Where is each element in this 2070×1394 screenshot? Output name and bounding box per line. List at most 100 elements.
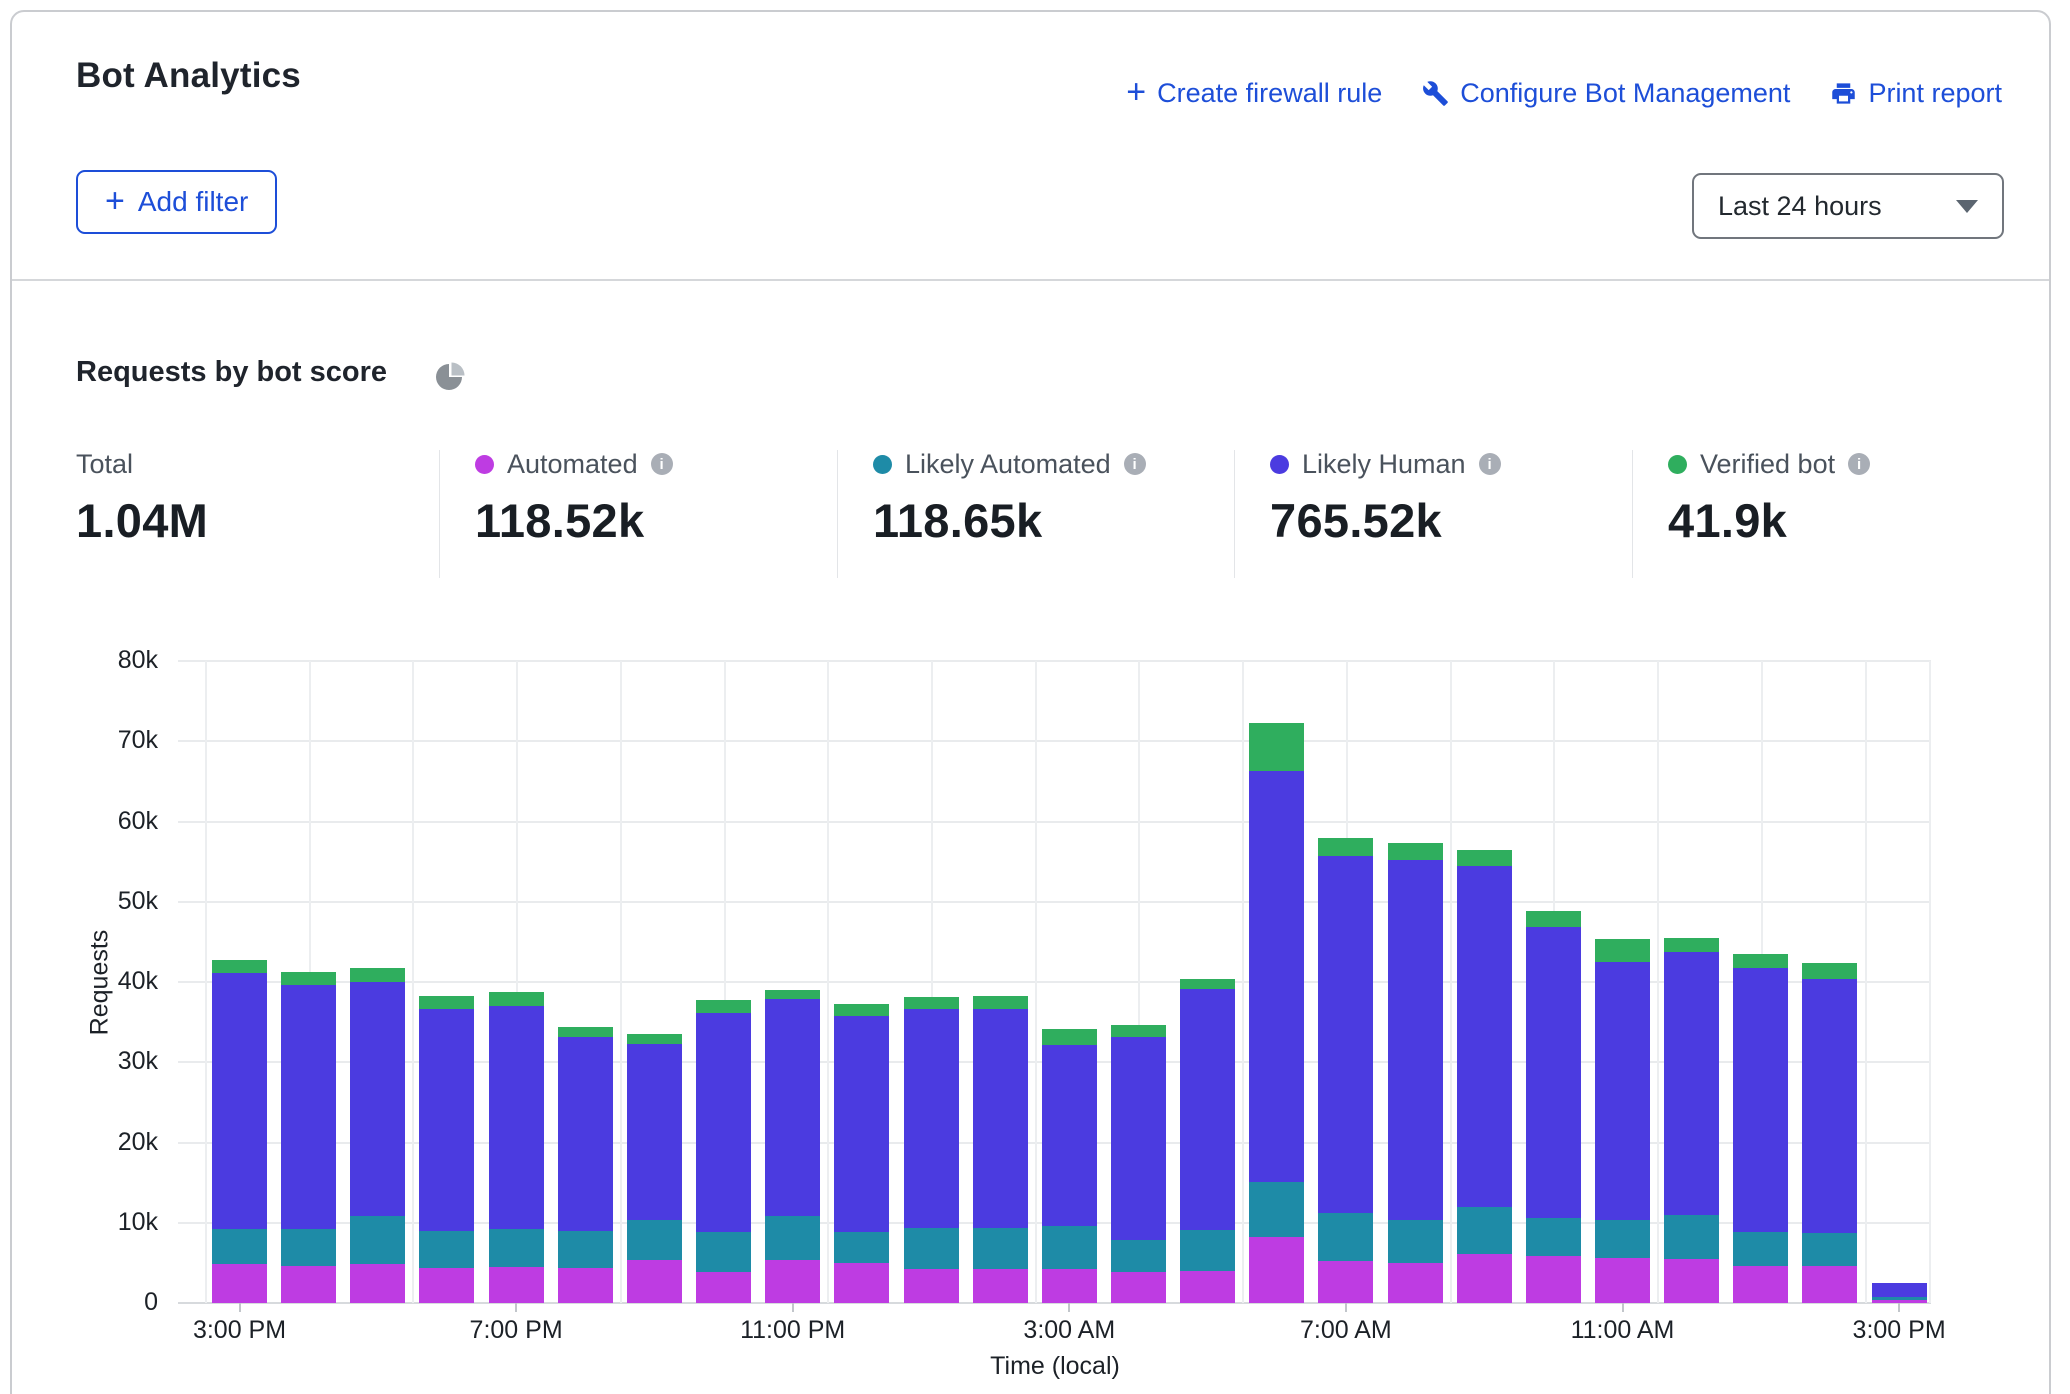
info-icon[interactable]: i xyxy=(1124,453,1146,475)
bar-segment[interactable] xyxy=(627,1260,682,1303)
bar-segment[interactable] xyxy=(1457,850,1512,866)
bar-segment[interactable] xyxy=(627,1044,682,1220)
bar-segment[interactable] xyxy=(1802,963,1857,979)
info-icon[interactable]: i xyxy=(1479,453,1501,475)
bar-segment[interactable] xyxy=(212,973,267,1229)
bar-segment[interactable] xyxy=(419,996,474,1010)
add-filter-button[interactable]: + Add filter xyxy=(76,170,277,234)
info-icon[interactable]: i xyxy=(651,453,673,475)
bar-segment[interactable] xyxy=(281,1266,336,1303)
bar[interactable] xyxy=(627,1034,682,1303)
bar-segment[interactable] xyxy=(696,1272,751,1303)
bar-segment[interactable] xyxy=(1318,856,1373,1213)
bar-segment[interactable] xyxy=(281,1229,336,1266)
bar-segment[interactable] xyxy=(558,1027,613,1037)
bar-segment[interactable] xyxy=(1180,979,1235,989)
bar[interactable] xyxy=(419,996,474,1303)
bar-segment[interactable] xyxy=(765,1216,820,1260)
bar-segment[interactable] xyxy=(1457,866,1512,1207)
bar-segment[interactable] xyxy=(765,999,820,1216)
bar-segment[interactable] xyxy=(558,1037,613,1230)
bar-segment[interactable] xyxy=(1388,843,1443,860)
bar-segment[interactable] xyxy=(904,1228,959,1269)
bar[interactable] xyxy=(1180,979,1235,1303)
bar[interactable] xyxy=(1318,838,1373,1303)
bar-segment[interactable] xyxy=(350,968,405,982)
bar-segment[interactable] xyxy=(696,1232,751,1271)
bar[interactable] xyxy=(765,990,820,1303)
bar-segment[interactable] xyxy=(1733,1232,1788,1267)
bar-segment[interactable] xyxy=(904,1009,959,1229)
bar-segment[interactable] xyxy=(1733,954,1788,968)
bar-segment[interactable] xyxy=(834,1263,889,1303)
bar-segment[interactable] xyxy=(1802,979,1857,1233)
bar-segment[interactable] xyxy=(489,992,544,1006)
bar-segment[interactable] xyxy=(1042,1226,1097,1269)
bar-segment[interactable] xyxy=(558,1268,613,1303)
bar[interactable] xyxy=(212,960,267,1303)
create-firewall-rule-link[interactable]: + Create firewall rule xyxy=(1126,78,1382,109)
bar-segment[interactable] xyxy=(419,1231,474,1268)
bar-segment[interactable] xyxy=(1111,1240,1166,1271)
bar-segment[interactable] xyxy=(1802,1266,1857,1303)
bar-segment[interactable] xyxy=(1318,1261,1373,1303)
bar[interactable] xyxy=(1526,911,1581,1303)
bar-segment[interactable] xyxy=(1526,1218,1581,1256)
bar-segment[interactable] xyxy=(973,996,1028,1009)
configure-bot-management-link[interactable]: Configure Bot Management xyxy=(1422,78,1790,109)
bar-segment[interactable] xyxy=(1318,1213,1373,1261)
bar-segment[interactable] xyxy=(1180,989,1235,1230)
bar[interactable] xyxy=(1595,939,1650,1303)
bar[interactable] xyxy=(489,992,544,1303)
bar-segment[interactable] xyxy=(489,1006,544,1229)
bar-segment[interactable] xyxy=(627,1220,682,1261)
bar-segment[interactable] xyxy=(1664,938,1719,952)
bar[interactable] xyxy=(973,996,1028,1303)
bar-segment[interactable] xyxy=(1664,1259,1719,1303)
bar-segment[interactable] xyxy=(1733,968,1788,1231)
bar[interactable] xyxy=(350,968,405,1303)
bar[interactable] xyxy=(1111,1025,1166,1303)
bar-segment[interactable] xyxy=(419,1009,474,1230)
bar-segment[interactable] xyxy=(1042,1045,1097,1226)
bar[interactable] xyxy=(834,1004,889,1303)
bar-segment[interactable] xyxy=(1111,1037,1166,1241)
bar-segment[interactable] xyxy=(1111,1025,1166,1036)
bar[interactable] xyxy=(281,972,336,1303)
bar-segment[interactable] xyxy=(1595,962,1650,1220)
bar-segment[interactable] xyxy=(212,1264,267,1303)
bar-segment[interactable] xyxy=(489,1267,544,1303)
bar-segment[interactable] xyxy=(212,1229,267,1264)
bar-segment[interactable] xyxy=(489,1229,544,1267)
bar-segment[interactable] xyxy=(1249,771,1304,1182)
bar-segment[interactable] xyxy=(973,1228,1028,1269)
bar-segment[interactable] xyxy=(1733,1266,1788,1303)
bar[interactable] xyxy=(1733,954,1788,1303)
print-report-link[interactable]: Print report xyxy=(1830,78,2002,109)
bar-segment[interactable] xyxy=(1526,911,1581,927)
bar-segment[interactable] xyxy=(834,1232,889,1263)
bar-segment[interactable] xyxy=(765,990,820,999)
bar-segment[interactable] xyxy=(1457,1254,1512,1303)
bar-segment[interactable] xyxy=(1111,1272,1166,1303)
bar-segment[interactable] xyxy=(834,1016,889,1232)
bar-segment[interactable] xyxy=(904,1269,959,1303)
bar-segment[interactable] xyxy=(834,1004,889,1016)
bar-segment[interactable] xyxy=(1249,1237,1304,1303)
bar-segment[interactable] xyxy=(1388,860,1443,1220)
bar[interactable] xyxy=(1872,1283,1927,1303)
bar[interactable] xyxy=(1042,1029,1097,1303)
bar-segment[interactable] xyxy=(350,982,405,1216)
bar-segment[interactable] xyxy=(212,960,267,973)
bar-segment[interactable] xyxy=(419,1268,474,1303)
bar-segment[interactable] xyxy=(350,1216,405,1263)
bar-segment[interactable] xyxy=(904,997,959,1008)
bar-segment[interactable] xyxy=(1249,723,1304,771)
bar-segment[interactable] xyxy=(1457,1207,1512,1254)
bar[interactable] xyxy=(1802,963,1857,1303)
bar-segment[interactable] xyxy=(281,972,336,986)
time-range-dropdown[interactable]: Last 24 hours xyxy=(1692,173,2004,239)
bar-segment[interactable] xyxy=(1802,1233,1857,1266)
bar-segment[interactable] xyxy=(627,1034,682,1044)
bar-segment[interactable] xyxy=(973,1269,1028,1303)
